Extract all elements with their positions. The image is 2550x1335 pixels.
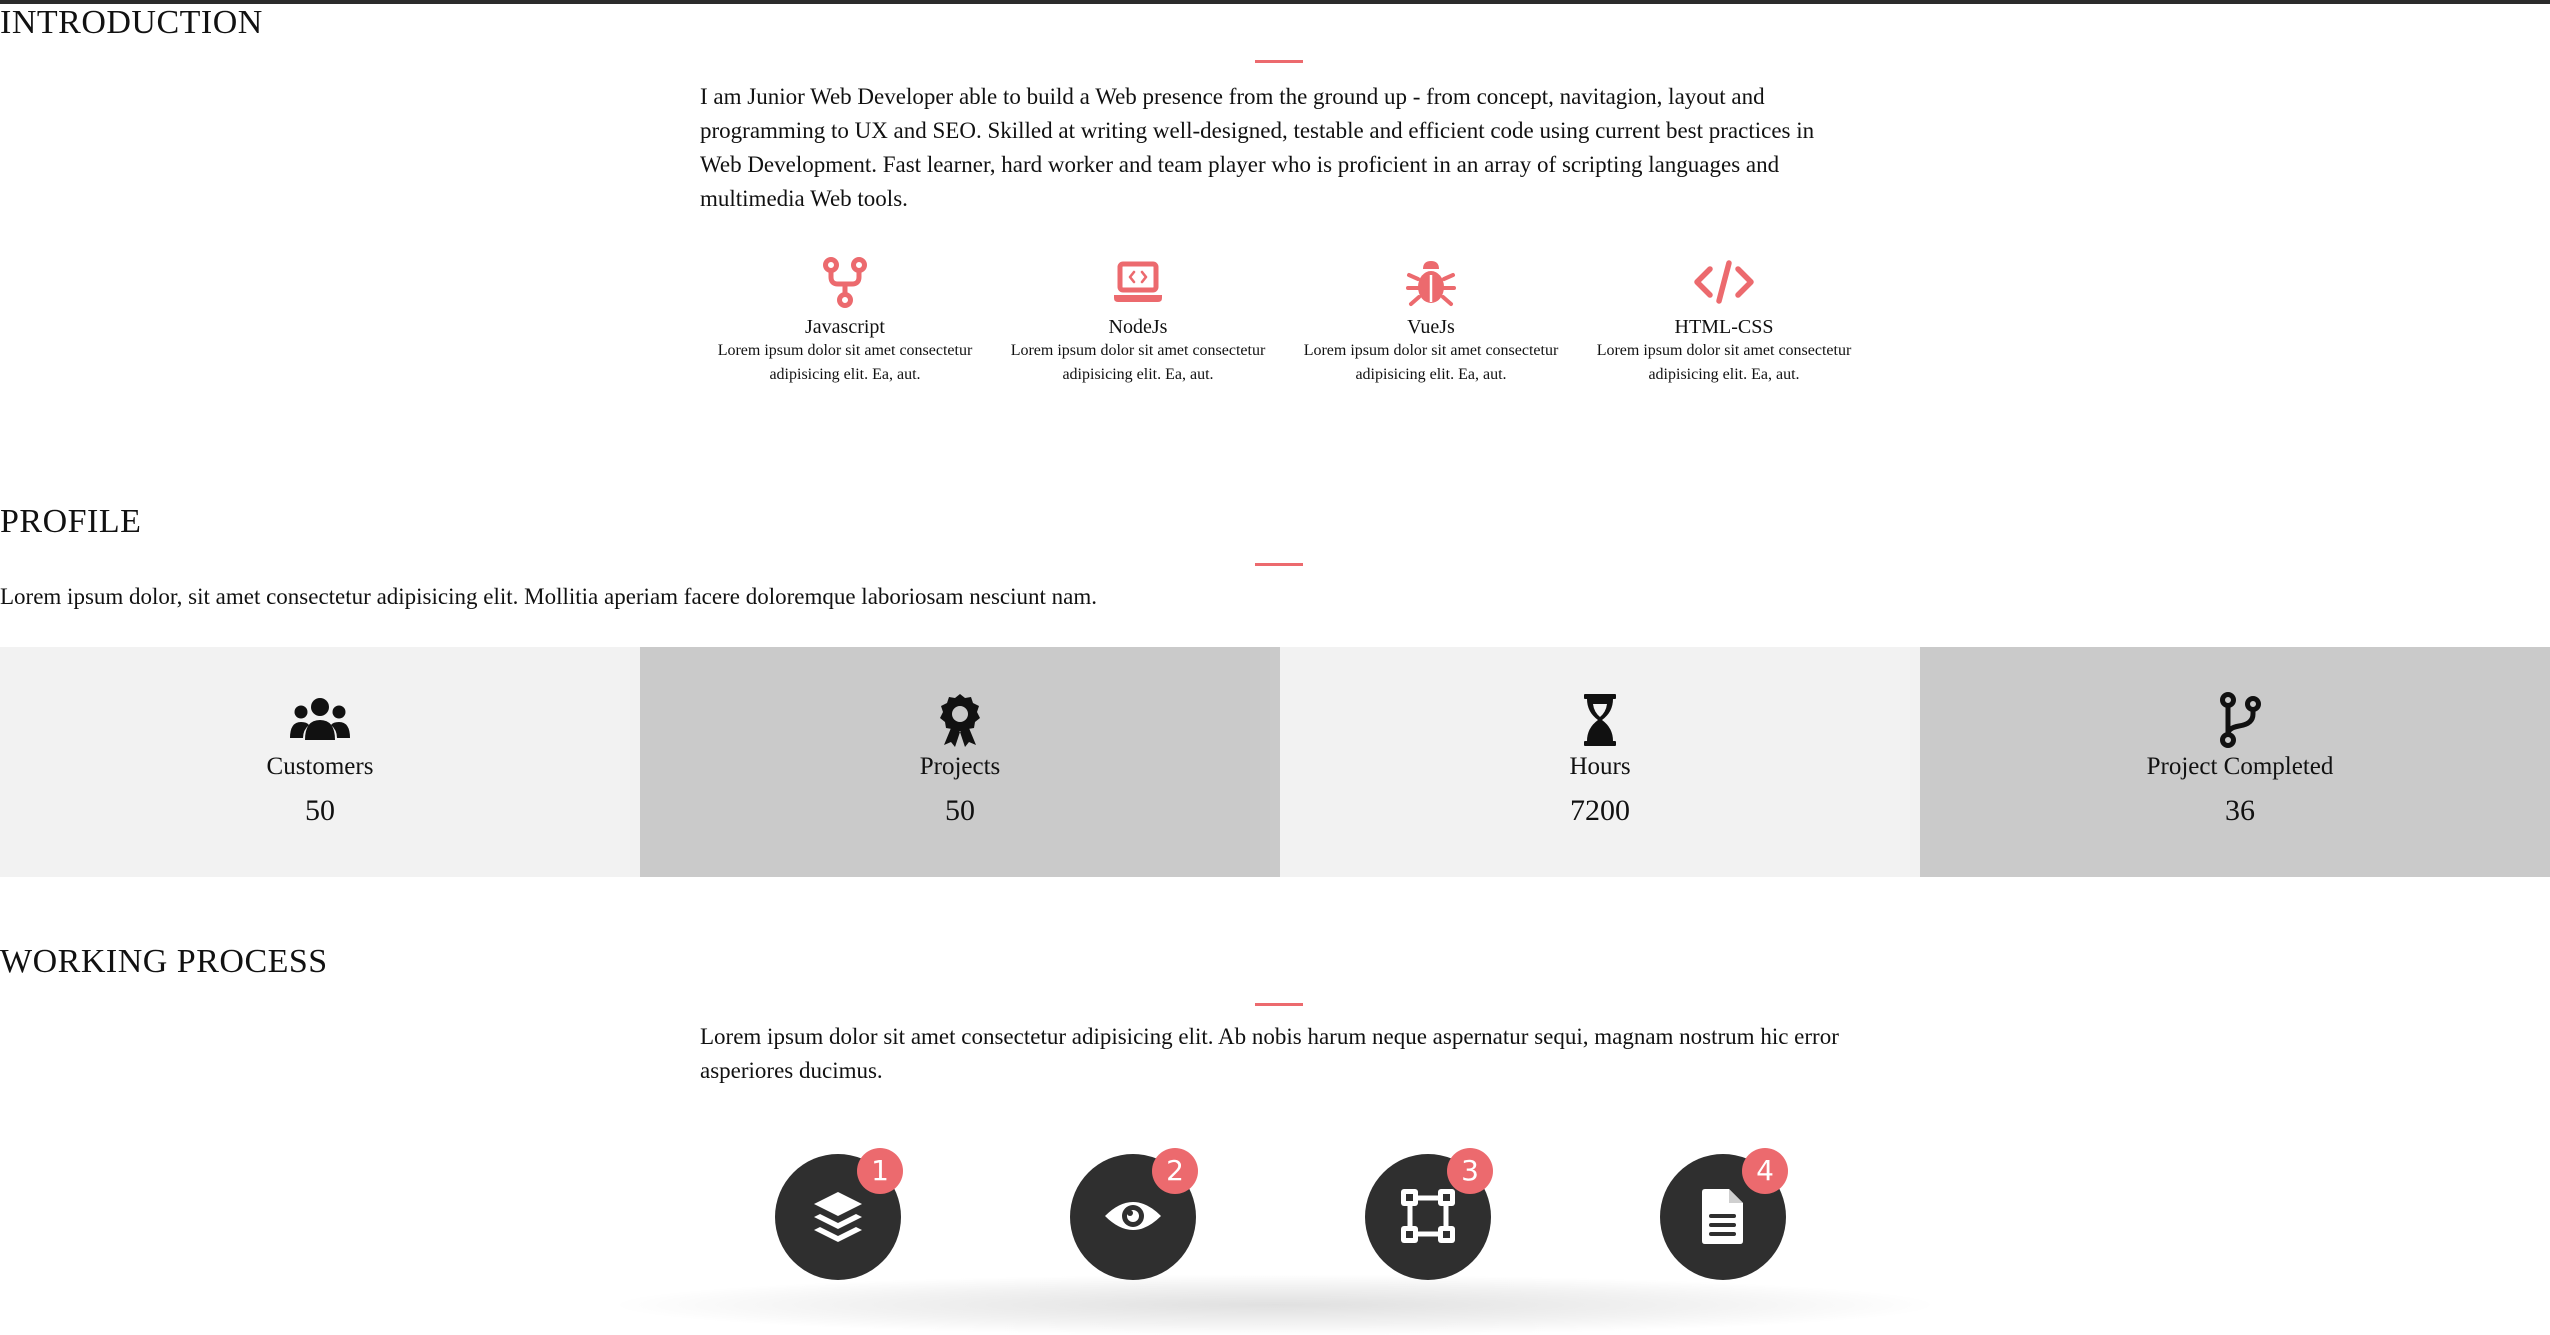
stat-value: 50 [305, 794, 335, 827]
skill-javascript: Javascript Lorem ipsum dolor sit amet co… [700, 255, 990, 387]
working-process-title: WORKING PROCESS [0, 943, 328, 980]
process-step-badge: 2 [1152, 1148, 1198, 1194]
process-steps: 1 2 3 4 [0, 1148, 2550, 1335]
file-icon [1702, 1189, 1743, 1244]
process-step-4: 4 [1660, 1148, 1788, 1280]
stat-value: 7200 [1570, 794, 1630, 827]
stat-label: Customers [266, 753, 374, 780]
stat-hours: Hours 7200 [1280, 647, 1920, 877]
users-icon [290, 698, 350, 740]
stat-project-completed: Project Completed 36 [1920, 647, 2550, 877]
code-icon [1694, 260, 1754, 304]
process-step-1: 1 [775, 1148, 903, 1280]
skill-name: Javascript [805, 316, 885, 338]
skill-name: VueJs [1407, 316, 1455, 338]
working-process-text: Lorem ipsum dolor sit amet consectetur a… [700, 1024, 1839, 1083]
stat-label: Project Completed [2146, 753, 2334, 780]
process-step-badge: 3 [1447, 1148, 1493, 1194]
stats-bar: Customers 50 Projects 50 Hours 7200 Proj… [0, 647, 2550, 877]
skill-description: Lorem ipsum dolor sit amet consectetur a… [1010, 342, 1266, 383]
stat-value: 50 [945, 794, 975, 827]
process-shadow [620, 1275, 1930, 1335]
laptop-code-icon [1114, 261, 1162, 302]
skill-description: Lorem ipsum dolor sit amet consectetur a… [1303, 342, 1559, 383]
stat-projects: Projects 50 [640, 647, 1280, 877]
working-process-title-rule [1255, 1003, 1303, 1006]
introduction-text: I am Junior Web Developer able to build … [700, 84, 1815, 211]
award-icon [940, 694, 980, 747]
skill-html-css: HTML-CSS Lorem ipsum dolor sit amet cons… [1579, 255, 1869, 387]
introduction-title: INTRODUCTION [0, 4, 263, 41]
skills-list: Javascript Lorem ipsum dolor sit amet co… [700, 255, 1851, 405]
process-step-badge: 4 [1742, 1148, 1788, 1194]
introduction-title-rule [1255, 60, 1303, 63]
process-step-2: 2 [1070, 1148, 1198, 1280]
profile-text: Lorem ipsum dolor, sit amet consectetur … [0, 584, 1098, 609]
skill-name: HTML-CSS [1674, 316, 1774, 338]
eye-icon [1105, 1202, 1161, 1230]
skill-description: Lorem ipsum dolor sit amet consectetur a… [1596, 342, 1852, 383]
stat-label: Hours [1569, 753, 1631, 780]
code-branch-icon [2220, 692, 2261, 748]
skill-nodejs: NodeJs Lorem ipsum dolor sit amet consec… [993, 255, 1283, 387]
stat-customers: Customers 50 [0, 647, 640, 877]
process-step-badge: 1 [857, 1148, 903, 1194]
skill-name: NodeJs [1108, 316, 1168, 338]
vector-square-icon [1401, 1189, 1455, 1243]
introduction-section: INTRODUCTION I am Junior Web Developer a… [0, 0, 2550, 430]
hourglass-icon [1584, 694, 1616, 746]
fork-icon [823, 257, 867, 308]
bug-icon [1406, 261, 1456, 306]
skill-vuejs: VueJs Lorem ipsum dolor sit amet consect… [1286, 255, 1576, 387]
layers-icon [814, 1192, 862, 1242]
stat-label: Projects [919, 753, 1001, 780]
skill-description: Lorem ipsum dolor sit amet consectetur a… [717, 342, 973, 383]
stat-value: 36 [2225, 794, 2255, 827]
profile-title: PROFILE [0, 503, 142, 540]
process-step-3: 3 [1365, 1148, 1493, 1280]
profile-title-rule [1255, 563, 1303, 566]
